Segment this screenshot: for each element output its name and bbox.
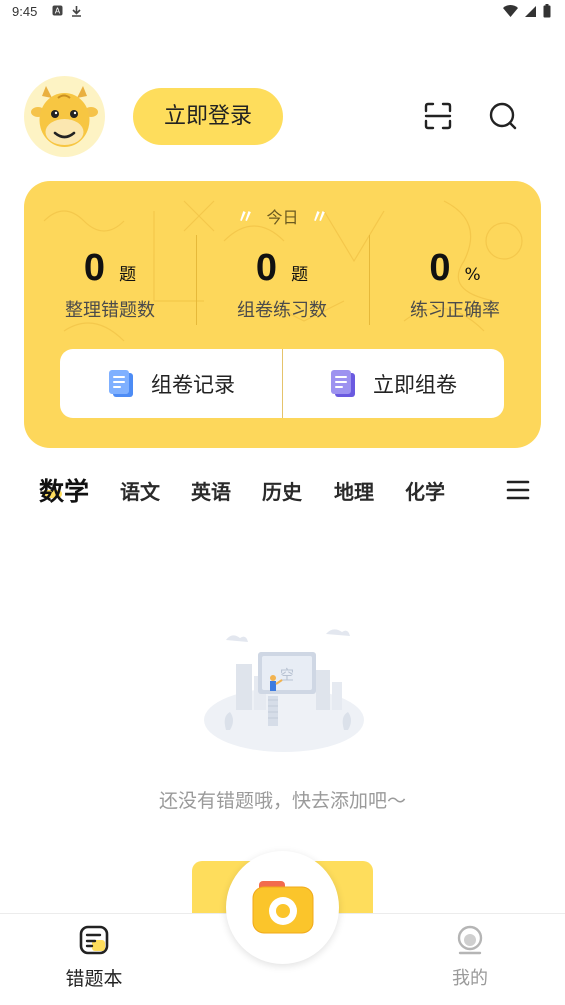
tab-math[interactable]: 数学 <box>39 472 89 508</box>
tab-geography[interactable]: 地理 <box>334 476 374 505</box>
signal-icon <box>525 6 537 17</box>
nav-label-wrongbook: 错题本 <box>65 968 123 990</box>
quote-right-icon: 〃 <box>310 207 329 228</box>
compose-paper-button[interactable]: 立即组卷 <box>282 349 504 418</box>
login-button[interactable]: 立即登录 <box>133 88 283 145</box>
tabs-overflow-fade <box>470 470 500 510</box>
wrongbook-icon <box>79 925 109 955</box>
compose-paper-icon <box>331 369 355 397</box>
quote-left-icon: 〃 <box>236 207 255 228</box>
status-right <box>503 4 551 21</box>
download-icon <box>71 5 82 20</box>
search-icon[interactable] <box>487 100 519 132</box>
tab-chemistry[interactable]: 化学 <box>405 476 445 505</box>
avatar[interactable] <box>24 76 105 157</box>
svg-text:空: 空 <box>280 668 294 684</box>
menu-icon[interactable] <box>506 477 530 503</box>
stat-value: 0 <box>429 247 451 289</box>
stat-unit: 题 <box>291 265 309 285</box>
today-title: 今日 <box>266 208 299 227</box>
empty-state-text: 还没有错题哦，快去添加吧～ <box>158 790 406 812</box>
tab-history[interactable]: 历史 <box>262 476 302 505</box>
stat-wrong-count: 0题 整理错题数 <box>24 247 196 322</box>
stat-accuracy: 0% 练习正确率 <box>369 247 541 322</box>
camera-icon <box>252 881 314 934</box>
nav-label-mine: 我的 <box>452 968 488 989</box>
today-heading: 〃今日〃 <box>24 203 541 229</box>
profile-icon <box>457 925 483 955</box>
nav-item-wrongbook[interactable]: 错题本 <box>34 924 154 991</box>
stat-label: 组卷练习数 <box>237 300 327 321</box>
today-card: 〃今日〃 0题 整理错题数 0题 组卷练习数 0% 练习正确率 组卷记录 立即组… <box>24 181 541 448</box>
tab-english[interactable]: 英语 <box>191 476 231 505</box>
nav-item-mine[interactable]: 我的 <box>410 924 530 990</box>
paper-record-icon <box>109 369 133 397</box>
a-icon: A <box>52 5 63 19</box>
stat-unit: % <box>464 265 481 285</box>
battery-icon <box>543 4 551 18</box>
stat-label: 整理错题数 <box>65 300 155 321</box>
paper-record-button[interactable]: 组卷记录 <box>60 349 282 418</box>
compose-paper-label: 立即组卷 <box>373 372 457 397</box>
stat-value: 0 <box>83 247 106 289</box>
stat-value: 0 <box>255 247 278 289</box>
status-bar: 9:45 A <box>0 0 565 26</box>
empty-illustration: 空 <box>196 620 372 760</box>
camera-button[interactable] <box>226 851 339 964</box>
wifi-icon <box>503 5 519 17</box>
stat-label: 练习正确率 <box>410 300 500 321</box>
cow-mascot-icon <box>31 86 98 147</box>
stat-unit: 题 <box>119 265 137 285</box>
scan-icon[interactable] <box>422 100 454 132</box>
svg-text:A: A <box>55 7 61 16</box>
tab-chinese[interactable]: 语文 <box>120 476 160 505</box>
card-actions: 组卷记录 立即组卷 <box>60 349 504 418</box>
stat-paper-count: 0题 组卷练习数 <box>196 247 368 322</box>
paper-record-label: 组卷记录 <box>151 372 235 397</box>
status-time: 9:45 <box>12 4 38 19</box>
